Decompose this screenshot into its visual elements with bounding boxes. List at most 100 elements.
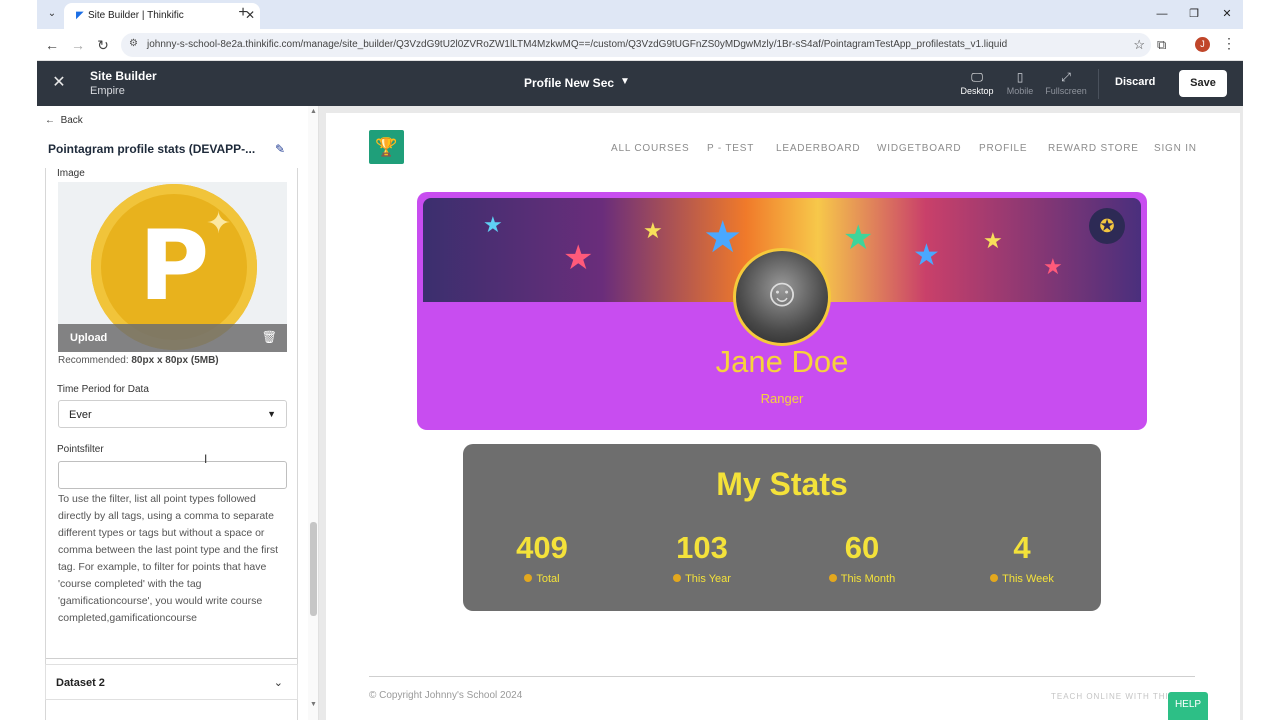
nav-all-courses[interactable]: ALL COURSES — [611, 143, 689, 154]
stats-title: My Stats — [716, 466, 848, 502]
page-selector[interactable]: Profile New Sec — [524, 76, 614, 90]
stat-label-row: This Week — [947, 573, 1097, 585]
mobile-icon: ▯ — [1016, 70, 1024, 84]
stat-this-year: 103 This Year — [627, 530, 777, 585]
discard-button[interactable]: Discard — [1115, 76, 1155, 88]
text-cursor-icon: I — [204, 452, 208, 466]
nav-p-test[interactable]: P - TEST — [707, 143, 754, 154]
star-icon: ★ — [483, 212, 503, 237]
url-text: johnny-s-school-8e2a.thinkific.com/manag… — [147, 39, 1008, 50]
bookmark-star-icon[interactable]: ☆ — [1133, 37, 1145, 53]
stats-card: My Stats 409 Total 103 This Year 60 This… — [463, 444, 1101, 611]
trophy-logo-icon[interactable]: 🏆 — [369, 130, 404, 164]
address-bar[interactable]: ⚙ johnny-s-school-8e2a.thinkific.com/man… — [121, 33, 1151, 57]
stat-value: 103 — [676, 530, 728, 565]
eagle-badge-icon: ✪ — [1089, 208, 1125, 244]
recommended-value: 80px x 80px (5MB) — [131, 355, 219, 366]
profile-avatar: ☺ — [733, 248, 831, 346]
preview-page: 🏆 ALL COURSES P - TEST LEADERBOARD WIDGE… — [326, 113, 1240, 720]
pointsfilter-help: To use the filter, list all point types … — [58, 493, 279, 624]
close-window-icon[interactable]: ✕ — [1217, 5, 1237, 23]
extensions-icon[interactable]: ⧉ — [1157, 37, 1166, 53]
nav-sign-in[interactable]: SIGN IN — [1154, 143, 1197, 154]
close-builder-icon[interactable]: ✕ — [51, 74, 67, 92]
fullscreen-icon: ⤢ — [1061, 70, 1071, 84]
scroll-up-icon[interactable]: ▲ — [308, 108, 318, 115]
coin-dot-icon — [524, 574, 533, 582]
nav-leaderboard[interactable]: LEADERBOARD — [776, 143, 860, 154]
upload-button[interactable]: Upload — [70, 332, 107, 344]
star-icon: ★ — [983, 228, 1003, 253]
view-fullscreen-label: Fullscreen — [1045, 86, 1087, 96]
star-icon: ★ — [843, 219, 874, 257]
forward-arrow-icon[interactable]: → — [69, 36, 87, 54]
recommended-size: Recommended: 80px x 80px (5MB) — [58, 355, 219, 366]
browser-tab-strip: ⌄ ◤ Site Builder | Thinkific ✕ + — ❐ ✕ — [37, 0, 1243, 29]
coin-dot-icon — [673, 574, 682, 582]
help-button[interactable]: HELP — [1168, 692, 1208, 720]
panel-scrollbar[interactable]: ▲ ▼ — [308, 106, 318, 720]
minimize-icon[interactable]: — — [1152, 5, 1172, 23]
nav-widgetboard[interactable]: WIDGETBOARD — [877, 143, 961, 154]
browser-tab[interactable]: ◤ Site Builder | Thinkific ✕ — [64, 3, 260, 29]
scroll-thumb[interactable] — [310, 522, 317, 616]
stat-value: 60 — [844, 530, 880, 565]
profile-avatar-icon[interactable]: J — [1195, 37, 1210, 52]
stat-total: 409 Total — [467, 530, 617, 585]
stat-this-month: 60 This Month — [787, 530, 937, 585]
back-arrow-small-icon: ← — [45, 115, 55, 126]
reload-icon[interactable]: ↻ — [94, 36, 112, 54]
time-period-label: Time Period for Data — [57, 384, 149, 395]
restore-icon[interactable]: ❐ — [1184, 5, 1204, 23]
back-arrow-icon[interactable]: ← — [43, 36, 61, 54]
teach-online-link[interactable]: TEACH ONLINE WITH THIN — [1051, 692, 1176, 701]
browser-menu-icon[interactable]: ⋮ — [1222, 35, 1236, 52]
star-icon: ★ — [1043, 254, 1063, 279]
builder-title: Site Builder — [90, 69, 157, 83]
settings-scroll-area[interactable]: Image P ✦ Upload 🗑 Recommended: 80px x 8… — [45, 168, 298, 720]
star-icon: ★ — [563, 239, 594, 277]
save-button[interactable]: Save — [1179, 70, 1227, 97]
nav-profile[interactable]: PROFILE — [979, 143, 1027, 154]
pointsfilter-input[interactable] — [58, 461, 287, 489]
view-desktop-label: Desktop — [960, 86, 994, 96]
new-tab-icon[interactable]: + — [234, 4, 252, 22]
chevron-down-icon: ⌄ — [273, 677, 283, 689]
back-link[interactable]: ← Back — [45, 115, 83, 126]
site-settings-icon[interactable]: ⚙ — [129, 38, 138, 49]
recommended-prefix: Recommended: — [58, 355, 132, 366]
stat-label-row: Total — [467, 573, 617, 585]
nav-reward-store[interactable]: REWARD STORE — [1048, 143, 1139, 154]
section-title: Pointagram profile stats (DEVAPP-... — [48, 142, 256, 156]
view-desktop-button[interactable]: 🖵 Desktop — [955, 70, 999, 96]
stat-value: 4 — [1013, 530, 1031, 565]
sparkle-icon: ✦ — [206, 207, 232, 240]
trash-icon[interactable]: 🗑 — [262, 330, 277, 344]
view-mobile-button[interactable]: ▯ Mobile — [998, 70, 1042, 96]
star-icon: ★ — [703, 213, 743, 262]
theme-name: Empire — [90, 85, 125, 97]
app-window: ⌄ ◤ Site Builder | Thinkific ✕ + — ❐ ✕ ←… — [37, 0, 1243, 720]
stat-label-row: This Month — [787, 573, 937, 585]
tab-search-chevron-icon[interactable]: ⌄ — [43, 5, 61, 23]
coin-dot-icon — [990, 574, 999, 582]
profile-rank: Ranger — [760, 391, 804, 406]
section-divider — [46, 658, 297, 659]
pencil-edit-icon[interactable]: ✎ — [275, 142, 285, 156]
profile-card: ★ ★ ★ ★ ★ ★ ★ ★ ✪ ☺ Jane Doe Ranger — [417, 192, 1147, 430]
view-fullscreen-button[interactable]: ⤢ Fullscreen — [1044, 70, 1088, 96]
dataset-2-accordion[interactable]: Dataset 2 ⌄ — [45, 664, 298, 700]
caret-down-icon[interactable]: ▼ — [620, 76, 630, 87]
dataset-2-label: Dataset 2 — [56, 677, 105, 689]
thinkific-icon: ◤ — [76, 10, 84, 21]
profile-name: Jane Doe — [715, 344, 849, 379]
header-divider — [1098, 69, 1099, 99]
site-builder-header: ✕ Site Builder Empire Profile New Sec ▼ … — [37, 61, 1243, 106]
scroll-down-icon[interactable]: ▼ — [308, 701, 318, 708]
time-period-value: Ever — [69, 409, 92, 421]
pointsfilter-label: Pointsfilter — [57, 444, 104, 455]
upload-bar: Upload 🗑 — [58, 324, 287, 352]
star-icon: ★ — [913, 239, 940, 272]
image-label: Image — [57, 168, 85, 179]
time-period-select[interactable]: Ever ▼ — [58, 400, 287, 428]
